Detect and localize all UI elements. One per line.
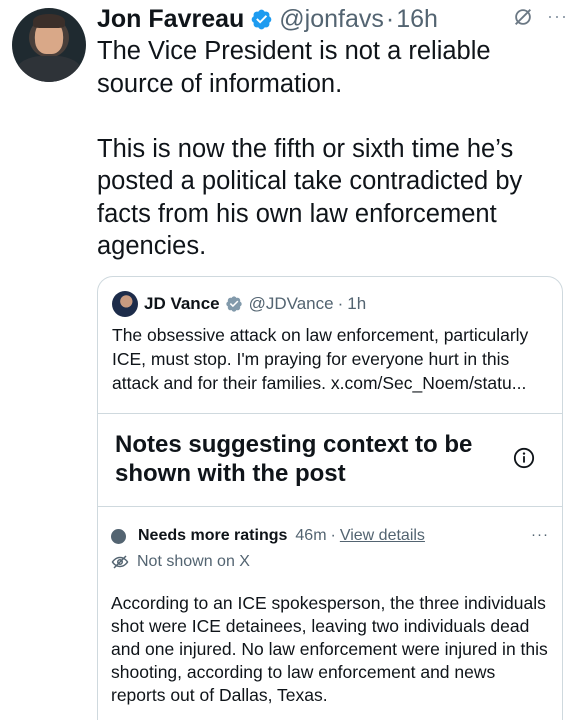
- header-separator: ·: [385, 4, 395, 33]
- verified-badge-icon: [225, 296, 242, 312]
- tweet-timestamp[interactable]: 16h: [396, 5, 438, 34]
- author-name[interactable]: Jon Favreau: [97, 5, 244, 34]
- quoted-author-name[interactable]: JD Vance: [144, 294, 220, 314]
- more-icon[interactable]: ···: [531, 526, 549, 543]
- community-note-title: Notes suggesting context to be shown wit…: [115, 431, 473, 487]
- quoted-post-header: JD Vance @JDVance · 1h: [112, 291, 366, 317]
- note-status-label: Needs more ratings: [138, 527, 288, 544]
- note-divider: [98, 506, 562, 507]
- tweet-header: Jon Favreau @jonfavs · 16h: [97, 2, 562, 36]
- tweet-text: The Vice President is not a reliable sou…: [97, 37, 523, 260]
- author-handle[interactable]: @jonfavs: [279, 5, 384, 34]
- status-dot-icon: [111, 528, 126, 544]
- eye-off-icon: [111, 555, 129, 569]
- grok-icon[interactable]: [512, 6, 534, 28]
- quoted-header-separator: ·: [337, 294, 344, 313]
- community-note-body: According to an ICE spokesperson, the th…: [111, 593, 548, 705]
- note-status-separator: ·: [330, 527, 336, 544]
- note-status-time: 46m: [295, 527, 327, 544]
- note-status-row: Needs more ratings 46m · View details: [111, 527, 425, 545]
- verified-badge-icon: [251, 9, 272, 29]
- note-visibility-row: Not shown on X: [111, 553, 250, 571]
- community-note: Notes suggesting context to be shown wit…: [98, 413, 562, 720]
- quoted-timestamp[interactable]: 1h: [347, 294, 366, 314]
- quoted-post-card[interactable]: JD Vance @JDVance · 1h The obsessive att…: [97, 276, 563, 720]
- author-avatar[interactable]: [12, 8, 86, 82]
- info-icon[interactable]: [513, 447, 535, 469]
- note-visibility-label: Not shown on X: [137, 553, 250, 570]
- quoted-author-handle[interactable]: @JDVance: [249, 294, 334, 314]
- quoted-post-text: The obsessive attack on law enforcement,…: [112, 325, 529, 393]
- more-icon[interactable]: ···: [547, 6, 568, 27]
- view-details-link[interactable]: View details: [340, 527, 425, 545]
- quoted-author-avatar[interactable]: [112, 291, 138, 317]
